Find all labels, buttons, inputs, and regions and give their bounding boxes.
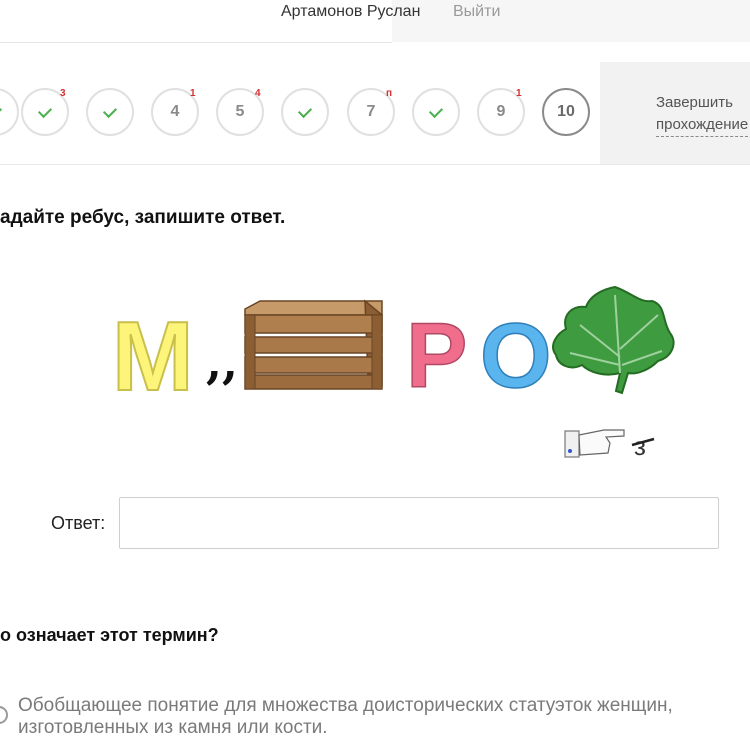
check-icon [37,103,53,118]
rebus-comma-marks: ,, [206,335,238,389]
step-8[interactable] [412,88,460,136]
crate-image [244,299,383,390]
question2-title: о означает этот термин? [0,625,219,645]
logout-link[interactable]: Выйти [453,3,500,21]
check-icon [0,103,3,118]
check-icon [102,103,118,118]
step-3[interactable] [86,88,134,136]
answer-input[interactable] [119,497,719,549]
pointing-hand-icon [564,429,625,458]
rebus-letter-m: М [112,301,194,411]
step-number: 5 [235,103,245,120]
step-badge: 4 [255,88,261,99]
check-icon [297,103,313,118]
step-number: 7 [366,103,376,120]
rebus-strike-letter: з [634,431,646,461]
rebus-image: М ,, Р О з [111,285,675,461]
step-number: 4 [170,103,180,120]
option-radio[interactable] [0,706,8,724]
option-label[interactable]: Обобщающее понятие для множества доистор… [18,695,750,739]
finish-label-line1: Завершить [656,94,733,111]
answer-label: Ответ: [51,513,106,533]
user-name: Артамонов Руслан [281,3,421,20]
question-title: адайте ребус, запишите ответ. [0,207,286,228]
leaf-image [552,285,675,395]
top-bar: Артамонов Руслан Выйти [0,0,750,43]
rebus-letter-o: О [480,305,552,407]
step-badge: 1 [190,88,196,99]
step-number: 10 [557,103,575,120]
finish-button[interactable]: Завершить прохождение [656,92,749,137]
step-6[interactable] [281,88,329,136]
check-icon [428,103,444,118]
step-badge: п [386,88,393,99]
step-badge: 3 [60,88,66,99]
rebus-letter-p: Р [406,305,467,407]
step-10[interactable]: 10 [542,88,590,136]
step-number: 9 [496,103,506,120]
step-badge: 1 [516,88,522,99]
finish-label-line2: прохождение [656,114,749,137]
